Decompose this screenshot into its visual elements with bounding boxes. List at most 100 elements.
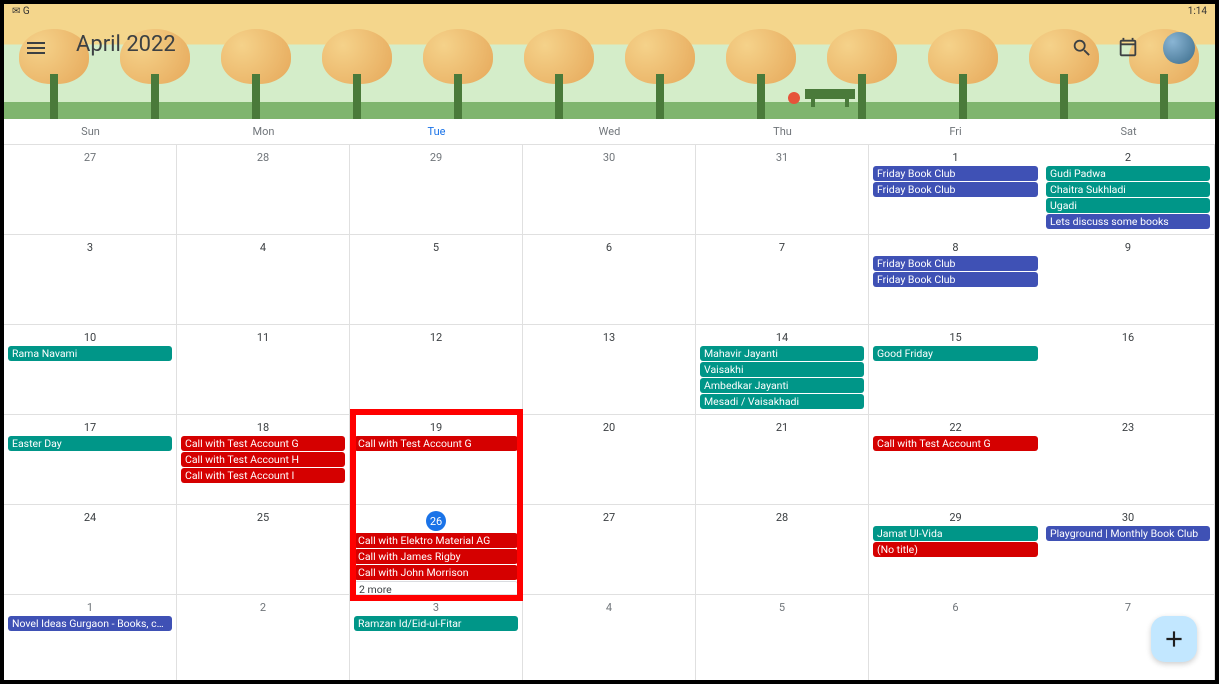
dow-wed: Wed — [523, 119, 696, 144]
day-number: 15 — [871, 327, 1040, 346]
day-cell[interactable]: 1Novel Ideas Gurgaon - Books, coffee an — [4, 595, 177, 684]
month-title[interactable]: April 2022 — [76, 32, 176, 57]
header-bar: April 2022 — [4, 4, 1215, 119]
event-chip[interactable]: 2 more — [354, 581, 518, 595]
events-list: Call with Test Account GCall with Test A… — [179, 436, 347, 483]
day-cell[interactable]: 5 — [350, 235, 523, 325]
day-number: 1 — [6, 597, 174, 616]
day-cell[interactable]: 5 — [696, 595, 869, 684]
day-number: 29 — [352, 147, 520, 166]
day-cell[interactable]: 30 — [523, 145, 696, 235]
day-cell[interactable]: 24 — [4, 505, 177, 595]
day-cell[interactable]: 29 — [350, 145, 523, 235]
day-cell[interactable]: 20 — [523, 415, 696, 505]
event-chip[interactable]: Playground | Monthly Book Club — [1046, 526, 1210, 541]
event-chip[interactable]: (No title) — [873, 542, 1038, 557]
day-cell[interactable]: 2 — [177, 595, 350, 684]
dow-fri: Fri — [869, 119, 1042, 144]
event-chip[interactable]: Call with Elektro Material AG — [354, 533, 518, 548]
event-chip[interactable]: Call with James Rigby — [354, 549, 518, 564]
day-number: 7 — [1044, 597, 1212, 616]
day-cell[interactable]: 1Friday Book ClubFriday Book Club — [869, 145, 1042, 235]
day-cell[interactable]: 25 — [177, 505, 350, 595]
day-cell[interactable]: 4 — [177, 235, 350, 325]
day-cell[interactable]: 27 — [4, 145, 177, 235]
event-chip[interactable]: Friday Book Club — [873, 166, 1038, 181]
event-chip[interactable]: Ambedkar Jayanti — [700, 378, 864, 393]
day-cell[interactable]: 13 — [523, 325, 696, 415]
event-chip[interactable]: Mahavir Jayanti — [700, 346, 864, 361]
day-cell[interactable]: 2Gudi PadwaChaitra SukhladiUgadiLets dis… — [1042, 145, 1215, 235]
day-number: 10 — [6, 327, 174, 346]
day-cell[interactable]: 23 — [1042, 415, 1215, 505]
event-chip[interactable]: Easter Day — [8, 436, 172, 451]
event-chip[interactable]: Rama Navami — [8, 346, 172, 361]
day-number: 30 — [525, 147, 693, 166]
event-chip[interactable]: Ugadi — [1046, 198, 1210, 213]
day-number: 14 — [698, 327, 866, 346]
events-list: Call with Test Account G — [871, 436, 1040, 451]
day-cell[interactable]: 21 — [696, 415, 869, 505]
event-chip[interactable]: Friday Book Club — [873, 182, 1038, 197]
event-chip[interactable]: Novel Ideas Gurgaon - Books, coffee an — [8, 616, 172, 631]
events-list: Gudi PadwaChaitra SukhladiUgadiLets disc… — [1044, 166, 1212, 229]
day-cell[interactable]: 6 — [869, 595, 1042, 684]
day-cell[interactable]: 9 — [1042, 235, 1215, 325]
event-chip[interactable]: Friday Book Club — [873, 272, 1038, 287]
day-cell[interactable]: 19Call with Test Account G — [350, 415, 523, 505]
day-cell[interactable]: 8Friday Book ClubFriday Book Club — [869, 235, 1042, 325]
event-chip[interactable]: Call with Test Account G — [181, 436, 345, 451]
day-cell[interactable]: 28 — [696, 505, 869, 595]
day-cell[interactable]: 17Easter Day — [4, 415, 177, 505]
events-list: Good Friday — [871, 346, 1040, 361]
event-chip[interactable]: Call with Test Account H — [181, 452, 345, 467]
header-illustration: April 2022 — [4, 4, 1215, 119]
day-cell[interactable]: 16 — [1042, 325, 1215, 415]
event-chip[interactable]: Call with John Morrison — [354, 565, 518, 580]
day-cell[interactable]: 7 — [696, 235, 869, 325]
day-number: 17 — [6, 417, 174, 436]
day-cell[interactable]: 14Mahavir JayantiVaisakhiAmbedkar Jayant… — [696, 325, 869, 415]
event-chip[interactable]: Call with Test Account G — [354, 436, 518, 451]
day-cell[interactable]: 10Rama Navami — [4, 325, 177, 415]
day-cell[interactable]: 12 — [350, 325, 523, 415]
event-chip[interactable]: Call with Test Account I — [181, 468, 345, 483]
day-number: 19 — [352, 417, 520, 436]
event-chip[interactable]: Chaitra Sukhladi — [1046, 182, 1210, 197]
day-cell[interactable]: 26Call with Elektro Material AGCall with… — [350, 505, 523, 595]
day-number: 4 — [179, 237, 347, 256]
event-chip[interactable]: Call with Test Account G — [873, 436, 1038, 451]
day-cell[interactable]: 11 — [177, 325, 350, 415]
day-cell[interactable]: 15Good Friday — [869, 325, 1042, 415]
day-cell[interactable]: 31 — [696, 145, 869, 235]
day-number: 12 — [352, 327, 520, 346]
day-cell[interactable]: 29Jamat Ul-Vida(No title) — [869, 505, 1042, 595]
event-chip[interactable]: Ramzan Id/Eid-ul-Fitar — [354, 616, 518, 631]
menu-icon[interactable] — [24, 36, 48, 60]
today-icon[interactable] — [1117, 37, 1139, 59]
search-icon[interactable] — [1071, 37, 1093, 59]
day-number: 5 — [698, 597, 866, 616]
event-chip[interactable]: Mesadi / Vaisakhadi — [700, 394, 864, 409]
dow-mon: Mon — [177, 119, 350, 144]
day-number: 30 — [1044, 507, 1212, 526]
day-cell[interactable]: 18Call with Test Account GCall with Test… — [177, 415, 350, 505]
event-chip[interactable]: Jamat Ul-Vida — [873, 526, 1038, 541]
create-event-fab[interactable] — [1151, 616, 1197, 662]
avatar[interactable] — [1163, 32, 1195, 64]
day-cell[interactable]: 27 — [523, 505, 696, 595]
event-chip[interactable]: Lets discuss some books — [1046, 214, 1210, 229]
event-chip[interactable]: Vaisakhi — [700, 362, 864, 377]
events-list: Jamat Ul-Vida(No title) — [871, 526, 1040, 557]
day-cell[interactable]: 3 — [4, 235, 177, 325]
day-cell[interactable]: 4 — [523, 595, 696, 684]
day-cell[interactable]: 22Call with Test Account G — [869, 415, 1042, 505]
event-chip[interactable]: Gudi Padwa — [1046, 166, 1210, 181]
day-cell[interactable]: 3Ramzan Id/Eid-ul-Fitar — [350, 595, 523, 684]
day-cell[interactable]: 28 — [177, 145, 350, 235]
event-chip[interactable]: Friday Book Club — [873, 256, 1038, 271]
day-cell[interactable]: 6 — [523, 235, 696, 325]
event-chip[interactable]: Good Friday — [873, 346, 1038, 361]
events-list: Easter Day — [6, 436, 174, 451]
day-cell[interactable]: 30Playground | Monthly Book Club — [1042, 505, 1215, 595]
